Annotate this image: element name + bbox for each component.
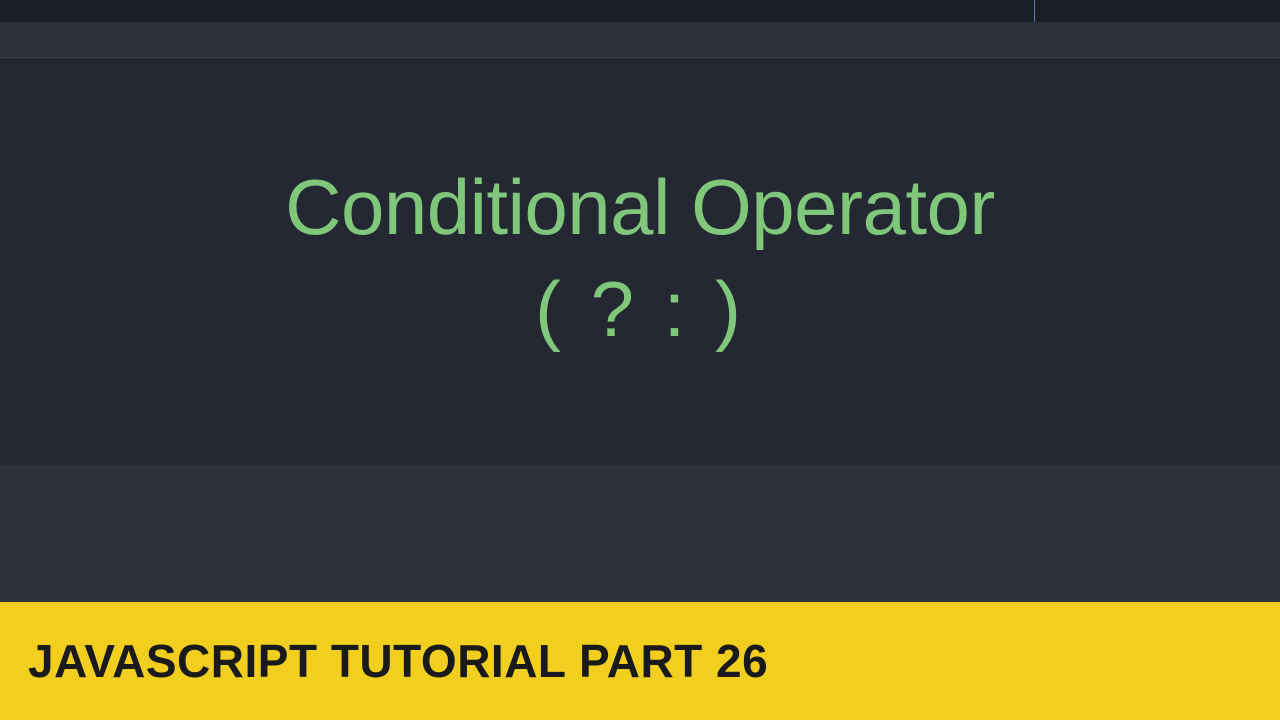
footer-title: JAVASCRIPT TUTORIAL PART 26 bbox=[28, 634, 768, 688]
heading-line-1: Conditional Operator bbox=[285, 165, 995, 251]
heading-line-2: ( ? : ) bbox=[535, 263, 745, 357]
top-bar bbox=[0, 0, 1280, 22]
footer-banner: JAVASCRIPT TUTORIAL PART 26 bbox=[0, 602, 1280, 720]
content-panel: Conditional Operator ( ? : ) bbox=[0, 57, 1280, 465]
